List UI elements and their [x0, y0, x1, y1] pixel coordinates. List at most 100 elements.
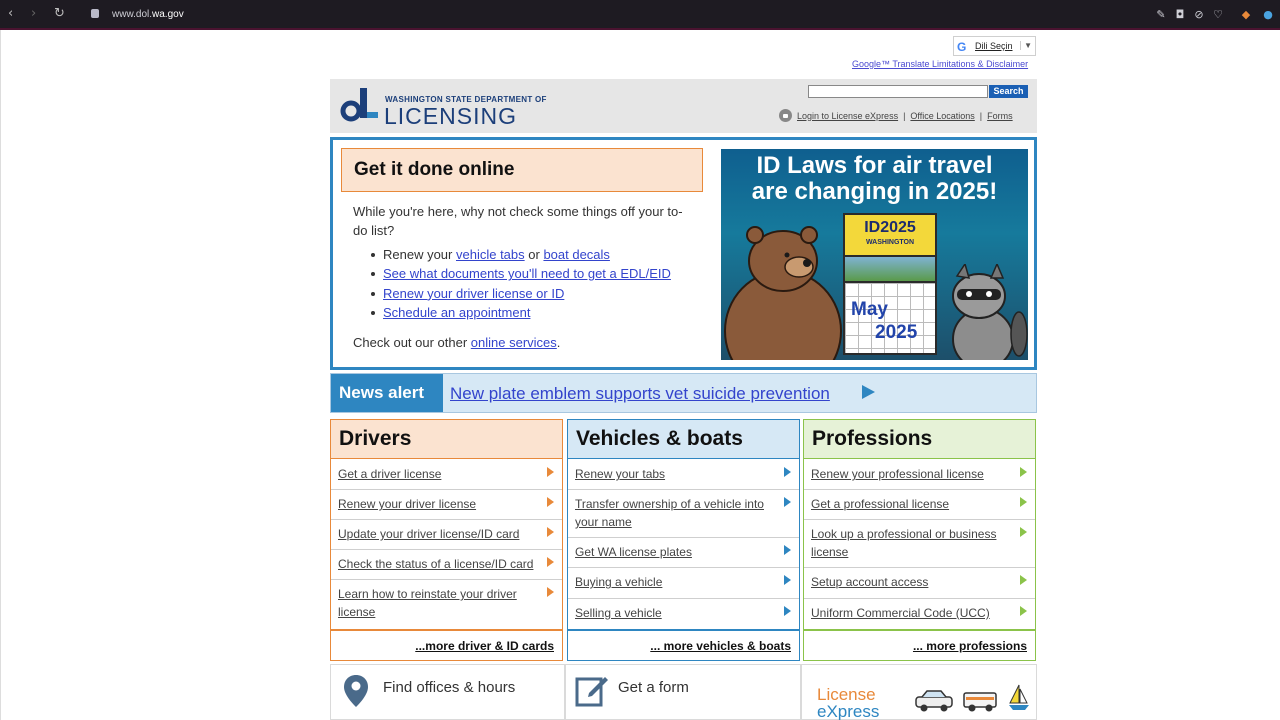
chevron-down-icon: ▼: [1020, 41, 1032, 50]
more-professions-link[interactable]: ... more professions: [804, 629, 1035, 660]
hero-title: Get it done online: [341, 148, 703, 192]
arrow-right-icon: [547, 557, 554, 567]
camera-icon[interactable]: ◘: [1174, 9, 1186, 21]
arrow-right-icon: [1020, 606, 1027, 616]
license-express-tile[interactable]: License eXpress: [801, 664, 1037, 720]
list-item[interactable]: Get a professional license: [804, 490, 1035, 520]
list-item[interactable]: Setup account access: [804, 568, 1035, 599]
raccoon-illustration: [952, 264, 1028, 360]
list-item[interactable]: Update your driver license/ID card: [331, 520, 562, 550]
list-item[interactable]: Selling a vehicle: [568, 599, 799, 629]
list-item: See what documents you'll need to get a …: [371, 264, 671, 283]
banner-headline: ID Laws for air travel are changing in 2…: [751, 152, 998, 205]
todo-list: Renew your vehicle tabs or boat decals S…: [371, 245, 671, 322]
login-link[interactable]: Login to License eXpress: [797, 111, 898, 121]
news-alert-label: News alert: [331, 374, 443, 412]
schedule-appointment-link[interactable]: Schedule an appointment: [383, 305, 530, 320]
reload-button[interactable]: ↻: [54, 6, 65, 21]
search-input[interactable]: [808, 85, 988, 98]
block-icon[interactable]: ⊘: [1193, 9, 1205, 21]
id-laws-banner[interactable]: ID Laws for air travel are changing in 2…: [721, 149, 1028, 360]
list-item[interactable]: Renew your tabs: [568, 460, 799, 490]
bear-illustration: [724, 226, 842, 360]
arrow-right-icon: [547, 587, 554, 597]
form-edit-icon: [575, 677, 608, 707]
professions-panel: Professions Renew your professional lice…: [803, 419, 1036, 661]
lock-icon: [91, 9, 99, 18]
license-express-logo-sub: eXpress: [817, 702, 880, 720]
google-icon: G: [957, 40, 967, 54]
other-services: Check out our other online services.: [353, 335, 561, 350]
vehicles-heading: Vehicles & boats: [568, 420, 799, 459]
get-form-tile[interactable]: Get a form: [565, 664, 801, 720]
vehicle-tabs-link[interactable]: vehicle tabs: [456, 247, 525, 262]
forms-link[interactable]: Forms: [987, 111, 1013, 121]
link-separator: |: [903, 110, 906, 121]
find-offices-label: Find offices & hours: [383, 679, 516, 696]
edit-icon[interactable]: ✎: [1155, 9, 1167, 21]
vehicles-panel: Vehicles & boats Renew your tabs Transfe…: [567, 419, 800, 661]
language-select[interactable]: G Dili Seçin ▼: [953, 36, 1036, 56]
news-alert-bar: News alert New plate emblem supports vet…: [330, 373, 1037, 413]
more-drivers-link[interactable]: ...more driver & ID cards: [331, 629, 562, 660]
drivers-heading: Drivers: [331, 420, 562, 459]
link-separator: |: [979, 110, 983, 121]
list-item: Renew your vehicle tabs or boat decals: [371, 245, 671, 264]
list-item: Renew your driver license or ID: [371, 284, 671, 303]
find-offices-tile[interactable]: Find offices & hours: [330, 664, 565, 720]
list-item[interactable]: Uniform Commercial Code (UCC): [804, 599, 1035, 629]
arrow-right-icon: [784, 575, 791, 585]
arrow-right-icon: [1020, 467, 1027, 477]
browser-toolbar: ‹ › ↻ www.dol.wa.gov ✎ ◘ ⊘ ♡ ◆ ●: [0, 0, 1280, 30]
list-item[interactable]: Look up a professional or business licen…: [804, 520, 1035, 568]
arrow-right-icon: [547, 497, 554, 507]
list-item: Schedule an appointment: [371, 303, 671, 322]
office-locations-link[interactable]: Office Locations: [910, 111, 974, 121]
arrow-right-icon: [1020, 527, 1027, 537]
sailboat-icon: [1009, 684, 1029, 710]
renew-license-link[interactable]: Renew your driver license or ID: [383, 286, 564, 301]
drivers-panel: Drivers Get a driver license Renew your …: [330, 419, 563, 661]
search-button[interactable]: Search: [989, 85, 1028, 98]
list-item[interactable]: Buying a vehicle: [568, 568, 799, 599]
professions-heading: Professions: [804, 420, 1035, 459]
boat-decals-link[interactable]: boat decals: [543, 247, 610, 262]
arrow-right-icon: [547, 527, 554, 537]
address-bar[interactable]: www.dol.wa.gov: [112, 9, 184, 20]
arrow-right-icon: [784, 606, 791, 616]
list-item[interactable]: Learn how to reinstate your driver licen…: [331, 580, 562, 629]
translate-disclaimer-link[interactable]: Google™ Translate Limitations & Disclaim…: [852, 59, 1028, 69]
list-item[interactable]: Check the status of a license/ID card: [331, 550, 562, 580]
news-alert-link[interactable]: New plate emblem supports vet suicide pr…: [450, 384, 830, 404]
arrow-right-icon: [1020, 497, 1027, 507]
more-vehicles-link[interactable]: ... more vehicles & boats: [568, 629, 799, 660]
arrow-right-icon: [784, 467, 791, 477]
hero-intro: While you're here, why not check some th…: [353, 204, 683, 238]
map-pin-icon: [344, 675, 368, 707]
heart-icon[interactable]: ♡: [1212, 9, 1224, 21]
banner-year: 2025: [875, 322, 918, 343]
list-item[interactable]: Renew your driver license: [331, 490, 562, 520]
lock-icon: [779, 109, 792, 122]
dol-logo-icon[interactable]: [340, 88, 378, 124]
hero-panel: Get it done online While you're here, wh…: [330, 137, 1037, 370]
forward-button[interactable]: ›: [31, 6, 36, 21]
list-item[interactable]: Get a driver license: [331, 460, 562, 490]
arrow-right-icon: [547, 467, 554, 477]
language-select-label: Dili Seçin: [975, 41, 1013, 51]
car-icon: [915, 690, 953, 712]
banner-month: May: [851, 299, 888, 320]
extension-icon[interactable]: ●: [1262, 9, 1274, 21]
fox-icon[interactable]: ◆: [1240, 9, 1252, 21]
arrow-right-icon[interactable]: [862, 385, 875, 399]
arrow-right-icon: [1020, 575, 1027, 585]
list-item[interactable]: Get WA license plates: [568, 538, 799, 568]
get-form-label: Get a form: [618, 679, 689, 696]
list-item[interactable]: Renew your professional license: [804, 460, 1035, 490]
rv-icon: [963, 692, 997, 712]
list-item[interactable]: Transfer ownership of a vehicle into you…: [568, 490, 799, 538]
online-services-link[interactable]: online services: [471, 335, 557, 350]
site-header: WASHINGTON STATE DEPARTMENT OF LICENSING…: [330, 79, 1037, 133]
back-button[interactable]: ‹: [8, 6, 13, 21]
edl-documents-link[interactable]: See what documents you'll need to get a …: [383, 266, 671, 281]
